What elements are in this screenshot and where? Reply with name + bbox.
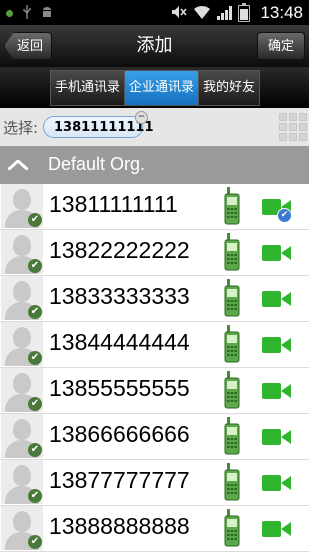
tab-phone-contacts[interactable]: 手机通讯录 (51, 71, 126, 105)
chevron-up-icon (8, 160, 28, 170)
selected-chip[interactable]: 13811111111 − (43, 111, 154, 138)
selected-check-icon: ✔ (277, 208, 292, 223)
mobile-phone-icon[interactable] (224, 325, 240, 363)
title-bar: 返回 添加 确定 (0, 25, 309, 68)
remove-chip-icon[interactable]: − (135, 111, 148, 124)
video-call-icon[interactable] (262, 382, 292, 400)
mobile-phone-icon[interactable] (224, 187, 240, 225)
online-check-icon: ✔ (28, 489, 42, 503)
signal-icon (217, 6, 233, 20)
avatar: ✔ (1, 506, 43, 550)
avatar: ✔ (1, 184, 43, 228)
contact-number: 13855555555 (49, 375, 190, 401)
tab-my-friends[interactable]: 我的好友 (199, 71, 260, 105)
mobile-phone-icon[interactable] (224, 463, 240, 501)
contact-row[interactable]: ✔ 13822222222 (0, 230, 309, 276)
group-header[interactable]: Default Org. (0, 146, 309, 184)
mobile-phone-icon[interactable] (224, 509, 240, 547)
contact-row[interactable]: ✔ 13844444444 (0, 322, 309, 368)
contact-row[interactable]: ✔ 13855555555 (0, 368, 309, 414)
avatar: ✔ (1, 414, 43, 458)
tab-enterprise-contacts[interactable]: 企业通讯录 (125, 71, 200, 105)
video-call-icon[interactable] (262, 290, 292, 308)
avatar: ✔ (1, 276, 43, 320)
contact-number: 13833333333 (49, 283, 190, 309)
tab-bar: 手机通讯录 企业通讯录 我的好友 (0, 67, 309, 108)
online-check-icon: ✔ (28, 259, 42, 273)
online-check-icon: ✔ (28, 535, 42, 549)
status-bar: 13:48 (0, 0, 309, 25)
confirm-button[interactable]: 确定 (257, 32, 305, 60)
online-check-icon: ✔ (28, 305, 42, 319)
contact-row[interactable]: ✔ 13866666666 (0, 414, 309, 460)
usb-icon (22, 5, 32, 19)
android-debug-icon (41, 6, 53, 18)
clock: 13:48 (260, 3, 303, 22)
contact-row[interactable]: ✔ 13833333333 (0, 276, 309, 322)
avatar: ✔ (1, 368, 43, 412)
mobile-phone-icon[interactable] (224, 371, 240, 409)
contact-number: 13822222222 (49, 237, 190, 263)
mobile-phone-icon[interactable] (224, 233, 240, 271)
avatar: ✔ (1, 230, 43, 274)
notification-dot-icon (6, 10, 13, 17)
mobile-phone-icon[interactable] (224, 417, 240, 455)
online-check-icon: ✔ (28, 397, 42, 411)
video-call-icon[interactable] (262, 336, 292, 354)
group-name: Default Org. (48, 154, 146, 174)
selection-bar: 选择: 13811111111 − (0, 108, 309, 146)
mobile-phone-icon[interactable] (224, 279, 240, 317)
contact-number: 13866666666 (49, 421, 190, 447)
contact-row[interactable]: ✔ 13877777777 (0, 460, 309, 506)
avatar: ✔ (1, 322, 43, 366)
mute-icon (171, 4, 188, 23)
avatar: ✔ (1, 460, 43, 504)
contact-number: 13844444444 (49, 329, 190, 355)
contact-list: ✔ 13811111111 ✔ ✔ 13822222222 ✔ 13833333… (0, 184, 309, 552)
online-check-icon: ✔ (28, 351, 42, 365)
contact-row[interactable]: ✔ 13811111111 ✔ (0, 184, 309, 230)
selection-label: 选择: (3, 119, 39, 137)
contact-number: 13811111111 (49, 191, 178, 217)
video-call-icon[interactable] (262, 520, 292, 538)
contact-number: 13888888888 (49, 513, 190, 539)
online-check-icon: ✔ (28, 213, 42, 227)
online-check-icon: ✔ (28, 443, 42, 457)
contact-row[interactable]: ✔ 13888888888 (0, 506, 309, 552)
video-call-icon[interactable] (262, 474, 292, 492)
video-call-icon[interactable] (262, 428, 292, 446)
dialpad-grid-icon[interactable] (279, 113, 307, 141)
wifi-icon (193, 4, 211, 23)
contact-number: 13877777777 (49, 467, 190, 493)
battery-icon (238, 2, 251, 22)
video-call-icon[interactable] (262, 244, 292, 262)
